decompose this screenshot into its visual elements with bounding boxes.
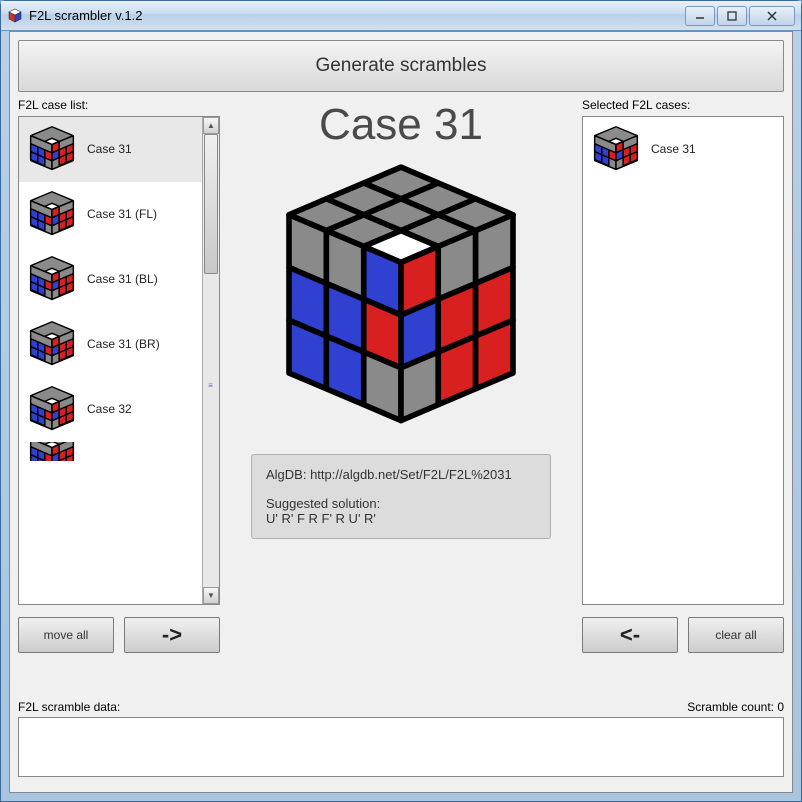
selected-header: Selected F2L cases:	[582, 98, 784, 112]
list-item[interactable]: Case 31	[19, 117, 202, 182]
move-all-button[interactable]: move all	[18, 617, 114, 653]
case-list-header: F2L case list:	[18, 98, 220, 112]
list-item-label: Case 31 (FL)	[87, 207, 157, 221]
right-button-row: <- clear all	[582, 617, 784, 653]
list-item-label: Case 31 (BR)	[87, 337, 160, 351]
move-right-button[interactable]: ->	[124, 617, 220, 653]
cube-thumb-icon	[25, 190, 79, 238]
list-item[interactable]: Case 31 (BL)	[19, 247, 202, 312]
cube-thumb-icon	[25, 125, 79, 173]
scroll-thumb[interactable]	[204, 134, 218, 274]
app-icon	[7, 8, 23, 24]
scroll-up-button[interactable]: ▲	[203, 117, 219, 134]
case-list[interactable]: Case 31 Case 31 (FL) Case 31 (BL) Case 31 (…	[18, 116, 220, 605]
scroll-marker: ≡	[202, 380, 219, 390]
solution-heading: Suggested solution:	[266, 496, 536, 511]
generate-button[interactable]: Generate scrambles	[18, 40, 784, 92]
titlebar: F2L scrambler v.1.2	[1, 1, 801, 31]
move-left-button[interactable]: <-	[582, 617, 678, 653]
left-panel: F2L case list: Case 31Case 31 (FL)Case 3…	[18, 98, 220, 653]
selected-list[interactable]: Case 31	[582, 116, 784, 605]
list-item-label: Case 31 (BL)	[87, 272, 158, 286]
scramble-count: Scramble count: 0	[687, 700, 784, 714]
right-panel: Selected F2L cases: Case 31 <- clear all	[582, 98, 784, 653]
scroll-down-button[interactable]: ▼	[203, 587, 219, 604]
info-box: AlgDB: http://algdb.net/Set/F2L/F2L%2031…	[251, 454, 551, 539]
close-button[interactable]	[749, 6, 795, 26]
minimize-button[interactable]	[685, 6, 715, 26]
client-area: Generate scrambles F2L case list: Case 3…	[9, 31, 793, 793]
solution-moves: U' R' F R F' R U' R'	[266, 511, 536, 526]
generate-label: Generate scrambles	[315, 55, 486, 77]
window-frame: F2L scrambler v.1.2 Generate scrambles F…	[0, 0, 802, 802]
list-item[interactable]: Case 32	[19, 377, 202, 442]
list-item-label: Case 32	[87, 402, 132, 416]
scramble-output[interactable]	[18, 717, 784, 777]
window-controls	[685, 6, 795, 26]
cube-thumb-icon	[25, 320, 79, 368]
scrollbar[interactable]: ▲ ≡ ▼	[202, 117, 219, 604]
scramble-area: F2L scramble data: Scramble count: 0	[18, 700, 784, 784]
clear-all-button[interactable]: clear all	[688, 617, 784, 653]
left-button-row: move all ->	[18, 617, 220, 653]
list-item[interactable]: Case 31 (BR)	[19, 312, 202, 377]
cube-thumb-icon	[589, 125, 643, 173]
scramble-header: F2L scramble data:	[18, 700, 120, 714]
list-item[interactable]: Case 31	[583, 117, 783, 182]
list-item[interactable]: Case 31 (FL)	[19, 182, 202, 247]
maximize-button[interactable]	[717, 6, 747, 26]
list-item-label: Case 31	[651, 142, 696, 156]
cube-thumb-icon	[25, 255, 79, 303]
list-item[interactable]	[19, 442, 202, 462]
cube-thumb-icon	[25, 442, 79, 462]
window-title: F2L scrambler v.1.2	[29, 8, 685, 23]
list-item-label: Case 31	[87, 142, 132, 156]
case-title: Case 31	[319, 100, 483, 150]
main-panel: Case 31	[228, 98, 574, 653]
algdb-link[interactable]: AlgDB: http://algdb.net/Set/F2L/F2L%2031	[266, 467, 536, 482]
cube-preview	[261, 156, 541, 436]
cube-thumb-icon	[25, 385, 79, 433]
panels: F2L case list: Case 31Case 31 (FL)Case 3…	[10, 98, 792, 653]
